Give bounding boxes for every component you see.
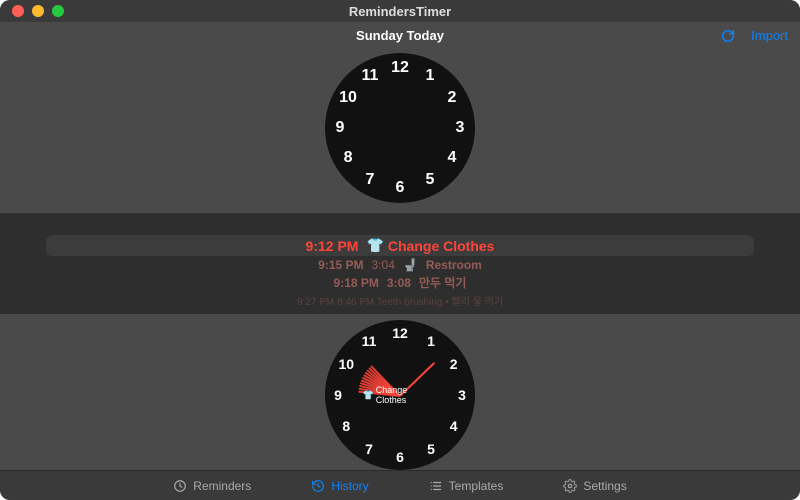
titlebar: RemindersTimer <box>0 0 800 22</box>
zoom-icon[interactable] <box>52 5 64 17</box>
nav-label: History <box>331 479 368 493</box>
traffic-lights <box>0 5 64 17</box>
event-label: 9:27 PM 8:46 PM Teeth brushing • 빨리 물 먹기 <box>297 293 503 308</box>
clock-number: 11 <box>362 67 379 85</box>
event-label: Change Clothes <box>388 238 495 254</box>
restroom-icon: 🚽 <box>403 258 418 272</box>
clock-number: 10 <box>339 89 357 107</box>
clock-number: 5 <box>427 441 435 457</box>
refresh-button[interactable] <box>719 27 737 45</box>
minimize-icon[interactable] <box>32 5 44 17</box>
clock-number: 9 <box>334 387 342 403</box>
content-area: Sunday Today Import 121234567891011 9:12… <box>0 22 800 500</box>
event-time: 9:12 PM <box>306 238 359 254</box>
clock-number: 3 <box>456 119 465 137</box>
event-label: 만두 먹기 <box>419 274 467 291</box>
bottom-clock-wrap: 121234567891011 👕 Change Clothes <box>0 314 800 470</box>
clock-number: 6 <box>396 449 404 465</box>
clock-number: 8 <box>342 418 350 434</box>
clock-number: 1 <box>426 67 435 85</box>
shirt-icon: 👕 <box>363 390 374 401</box>
event-time: 9:15 PM <box>318 258 363 272</box>
nav-history[interactable]: History <box>311 479 368 493</box>
clock-number: 3 <box>458 387 466 403</box>
middle-band: 9:12 PM 👕 Change Clothes 9:15 PM 3:04 🚽 … <box>0 213 800 314</box>
nav-templates[interactable]: Templates <box>429 479 504 493</box>
clock-number: 7 <box>365 441 373 457</box>
nav-label: Templates <box>449 479 504 493</box>
event-duration: 3:08 <box>387 276 411 290</box>
clock-number: 7 <box>366 171 375 189</box>
clock-number: 2 <box>448 89 457 107</box>
clock-number: 4 <box>450 418 458 434</box>
clock-number: 4 <box>448 149 457 167</box>
clock-number: 5 <box>426 171 435 189</box>
clock-center-label: 👕 Change Clothes <box>363 385 438 405</box>
window-title: RemindersTimer <box>0 4 800 19</box>
clock-number: 6 <box>396 179 405 197</box>
event-row-primary[interactable]: 9:12 PM 👕 Change Clothes <box>46 235 755 256</box>
clock-icon <box>173 479 187 493</box>
top-clock-wrap: 12 12 3 45 6 78 9 10 11 <box>0 49 800 213</box>
refresh-icon <box>720 28 736 44</box>
nav-label: Reminders <box>193 479 251 493</box>
center-text: Change Clothes <box>376 385 438 405</box>
event-row[interactable]: 9:18 PM 3:08 만두 먹기 <box>334 274 467 291</box>
header-row: Sunday Today Import <box>0 22 800 49</box>
clock-number: 8 <box>344 149 353 167</box>
shirt-icon: 👕 <box>366 237 383 254</box>
list-icon <box>429 479 443 493</box>
close-icon[interactable] <box>12 5 24 17</box>
gear-icon <box>563 479 577 493</box>
clock-number: 12 <box>391 59 409 77</box>
event-row[interactable]: 9:15 PM 3:04 🚽 Restroom <box>318 258 482 272</box>
app-window: RemindersTimer Sunday Today Import 12123… <box>0 0 800 500</box>
top-clock: 12 12 3 45 6 78 9 10 11 <box>325 53 475 203</box>
bottom-nav: Reminders History Templates Settings <box>0 470 800 500</box>
header-actions: Import <box>719 27 788 45</box>
clock-number: 1 <box>427 333 435 349</box>
history-icon <box>311 479 325 493</box>
clock-number: 12 <box>392 325 408 341</box>
event-time: 9:18 PM <box>334 276 379 290</box>
clock-number: 11 <box>362 333 377 349</box>
nav-settings[interactable]: Settings <box>563 479 626 493</box>
clock-number: 2 <box>450 356 458 372</box>
event-row-faded: 9:27 PM 8:46 PM Teeth brushing • 빨리 물 먹기 <box>297 293 503 308</box>
clock-number: 10 <box>339 356 355 372</box>
nav-reminders[interactable]: Reminders <box>173 479 251 493</box>
event-duration: 3:04 <box>372 258 395 272</box>
day-label: Sunday Today <box>356 28 444 43</box>
event-list: 9:12 PM 👕 Change Clothes 9:15 PM 3:04 🚽 … <box>0 235 800 308</box>
nav-label: Settings <box>583 479 626 493</box>
top-clock-face: 12 12 3 45 6 78 9 10 11 <box>325 53 475 203</box>
bottom-clock: 121234567891011 👕 Change Clothes <box>325 320 475 470</box>
event-label: Restroom <box>426 258 482 272</box>
clock-number: 9 <box>336 119 345 137</box>
import-button[interactable]: Import <box>751 28 788 43</box>
